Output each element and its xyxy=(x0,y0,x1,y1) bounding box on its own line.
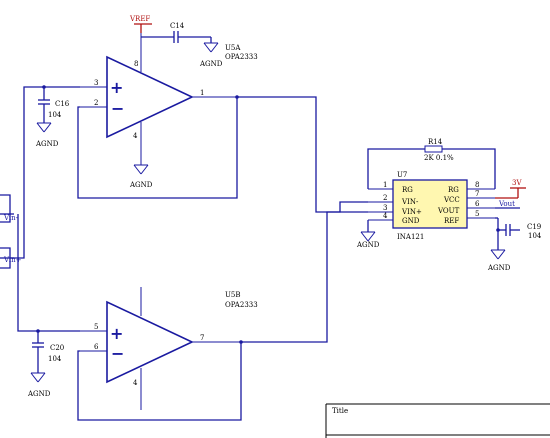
u5b-minus-sign: − xyxy=(111,344,124,363)
ina121-pin3-name: VIN+ xyxy=(401,208,422,216)
r14-label: R14 xyxy=(428,138,443,146)
ina121-agnd-label: AGND xyxy=(356,241,380,249)
capacitor-c16 xyxy=(38,99,50,105)
ina121-pin8-name: RG xyxy=(448,186,459,194)
u5b-pin7-num: 7 xyxy=(200,334,204,342)
u5b-plus-input-wire xyxy=(17,214,80,332)
v3-label: 3V xyxy=(512,179,522,187)
c19-junction xyxy=(496,228,500,232)
opamp-u5b: + − xyxy=(106,300,194,384)
u5a-part: OPA2333 xyxy=(225,53,258,61)
opamp-u5a: + − xyxy=(106,55,194,139)
capacitor-c20 xyxy=(32,342,44,348)
u5a-pin4-num: 4 xyxy=(133,132,138,140)
c20-value: 104 xyxy=(48,355,62,363)
u5b-ref: U5B xyxy=(225,291,241,299)
c19-value: 104 xyxy=(528,232,542,240)
ina121-pin7-name: VCC xyxy=(443,196,460,204)
ina121-ref: U7 xyxy=(397,171,407,179)
c20-ground-symbol xyxy=(30,372,46,383)
u5a-out-to-ina-vin-minus xyxy=(237,96,368,213)
c16-agnd-label: AGND xyxy=(35,140,59,148)
c16-value: 104 xyxy=(48,111,62,119)
u5a-minus-sign: − xyxy=(111,99,124,118)
u5b-pin6-num: 6 xyxy=(94,343,99,351)
ina121-part: INA121 xyxy=(397,233,424,241)
title-block-label: Title xyxy=(332,407,348,415)
ina121-pin2-name: VIN- xyxy=(401,198,419,206)
ina121-pin6-num: 6 xyxy=(475,200,480,208)
ina121-pin1-name: RG xyxy=(402,186,413,194)
c19-ground-symbol xyxy=(490,249,506,260)
ina121-pin5-num: 5 xyxy=(475,210,479,218)
u5a-agnd-label: AGND xyxy=(129,181,153,189)
ina121-pin5-name: REF xyxy=(444,217,459,225)
u5a-ref: U5A xyxy=(225,44,241,52)
ina121-pin7-num: 7 xyxy=(475,190,479,198)
ina121-pin8-num: 8 xyxy=(475,181,479,189)
u5b-out-to-ina-vin-plus xyxy=(241,211,368,343)
c20-label: C20 xyxy=(50,344,64,352)
vout-label: Vout xyxy=(498,200,515,208)
ina121-pin4-name: GND xyxy=(402,217,420,225)
c14-label: C14 xyxy=(170,22,185,30)
u5b-part: OPA2333 xyxy=(225,301,258,309)
u5b-pin4-num: 4 xyxy=(133,379,138,387)
c16-label: C16 xyxy=(55,100,70,108)
vref-label: VREF xyxy=(129,15,150,23)
ina121-ground-symbol xyxy=(360,231,376,242)
ina121-pin6-name: VOUT xyxy=(437,207,460,215)
u5a-ground-symbol xyxy=(133,164,149,175)
capacitor-c19 xyxy=(505,224,511,236)
c19-agnd-label: AGND xyxy=(487,264,511,272)
u5a-pin2-num: 2 xyxy=(94,99,98,107)
resistor-r14 xyxy=(424,145,443,153)
c20-agnd-label: AGND xyxy=(27,390,51,398)
u5a-pin8-num: 8 xyxy=(134,60,138,68)
u5a-plus-input-wire xyxy=(10,86,80,259)
schematic-canvas: + − 3 2 1 8 4 U5A OPA2333 AGND VREF C14 … xyxy=(0,15,550,438)
c14-agnd-label: AGND xyxy=(199,60,223,68)
ina121-pin2-num: 2 xyxy=(383,194,387,202)
ina121-pin3-num: 3 xyxy=(383,204,387,212)
u5a-plus-sign: + xyxy=(110,78,123,97)
c14-ground-symbol xyxy=(203,42,219,53)
vin-plus-label: Vin+ xyxy=(3,256,22,264)
vin-minus-label: Vin- xyxy=(3,214,19,222)
ina121-pin1-num: 1 xyxy=(383,181,387,189)
u5b-plus-sign: + xyxy=(110,324,123,343)
ina121-pin4-num: 4 xyxy=(383,212,388,220)
capacitor-c14 xyxy=(173,31,179,43)
u5a-pin3-num: 3 xyxy=(94,79,98,87)
r14-value: 2K 0.1% xyxy=(424,154,454,162)
u5a-pin1-num: 1 xyxy=(200,89,204,97)
c16-ground-symbol xyxy=(36,122,52,133)
u5b-pin5-num: 5 xyxy=(94,323,98,331)
c19-label: C19 xyxy=(527,223,541,231)
